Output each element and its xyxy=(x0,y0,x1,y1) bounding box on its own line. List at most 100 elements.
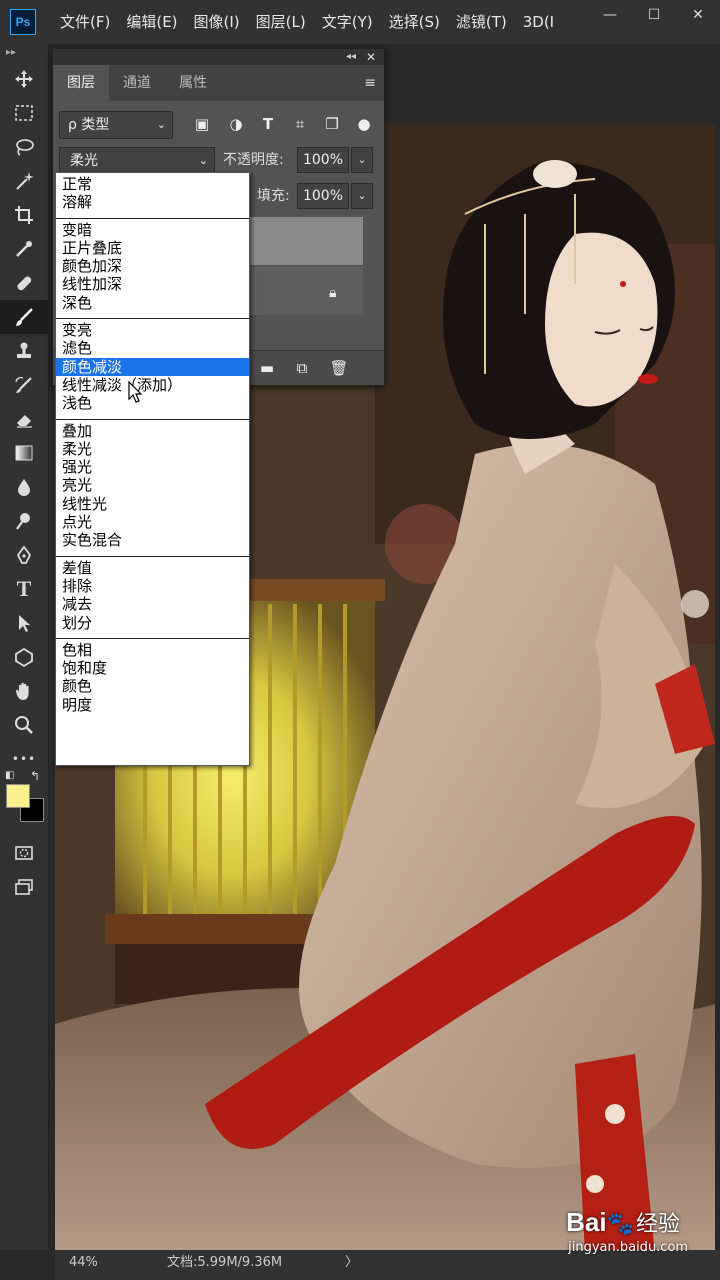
layer-row[interactable] xyxy=(249,267,363,315)
opacity-dropdown-icon[interactable]: ⌄ xyxy=(351,147,373,173)
blend-option[interactable]: 柔光 xyxy=(56,440,249,458)
zoom-level[interactable]: 44% xyxy=(69,1250,98,1276)
swap-colors-icon[interactable]: ↰ xyxy=(30,769,40,783)
brush-icon[interactable] xyxy=(0,300,48,334)
new-layer-icon[interactable]: ⧉ xyxy=(291,357,313,379)
minimize-button[interactable]: — xyxy=(588,0,632,30)
blend-option[interactable]: 划分 xyxy=(56,614,249,632)
quick-mask-icon[interactable] xyxy=(0,836,48,870)
blend-group-darken: 变暗 正片叠底 颜色加深 线性加深 深色 xyxy=(56,219,249,320)
blend-mode-select[interactable]: 柔光 ⌄ xyxy=(59,147,215,175)
move-icon[interactable] xyxy=(0,62,48,96)
tab-layers[interactable]: 图层 xyxy=(53,65,109,101)
menu-file[interactable]: 文件(F) xyxy=(52,0,118,44)
blend-option[interactable]: 溶解 xyxy=(56,193,249,211)
marquee-icon[interactable] xyxy=(0,96,48,130)
blend-option[interactable]: 变亮 xyxy=(56,321,249,339)
blend-option-highlighted[interactable]: 颜色减淡 xyxy=(56,357,249,376)
shape-icon[interactable] xyxy=(0,640,48,674)
blend-option[interactable]: 正常 xyxy=(56,175,249,193)
filter-kind-select[interactable]: ρ 类型 ⌄ xyxy=(59,111,173,139)
blend-option[interactable]: 变暗 xyxy=(56,221,249,239)
blend-option[interactable]: 实色混合 xyxy=(56,531,249,549)
collapse-icon[interactable]: ◂◂ xyxy=(346,49,356,65)
blend-option[interactable]: 线性光 xyxy=(56,495,249,513)
eyedropper-icon[interactable] xyxy=(0,232,48,266)
watermark-url: jingyan.baidu.com xyxy=(568,1240,689,1255)
stamp-icon[interactable] xyxy=(0,334,48,368)
lasso-icon[interactable] xyxy=(0,130,48,164)
smart-object-filter-icon[interactable]: ❐ xyxy=(319,111,345,137)
menu-image[interactable]: 图像(I) xyxy=(186,0,248,44)
path-select-icon[interactable] xyxy=(0,606,48,640)
magic-wand-icon[interactable] xyxy=(0,164,48,198)
hand-icon[interactable] xyxy=(0,674,48,708)
panel-header[interactable]: ◂◂ ✕ xyxy=(53,49,384,65)
crop-icon[interactable] xyxy=(0,198,48,232)
blend-option[interactable]: 强光 xyxy=(56,458,249,476)
panel-menu-icon[interactable]: ≡ xyxy=(364,75,376,91)
menu-layer[interactable]: 图层(L) xyxy=(248,0,314,44)
blend-option[interactable]: 浅色 xyxy=(56,394,249,412)
blur-icon[interactable] xyxy=(0,470,48,504)
menu-type[interactable]: 文字(Y) xyxy=(314,0,381,44)
maximize-button[interactable]: ☐ xyxy=(632,0,676,30)
blend-option[interactable]: 明度 xyxy=(56,696,249,714)
close-window-button[interactable]: ✕ xyxy=(676,0,720,30)
adjustment-filter-icon[interactable]: ◑ xyxy=(223,111,249,137)
blend-group-contrast: 叠加 柔光 强光 亮光 线性光 点光 实色混合 xyxy=(56,420,249,557)
dodge-icon[interactable] xyxy=(0,504,48,538)
blend-option[interactable]: 线性减淡（添加） xyxy=(56,376,249,394)
menu-filter[interactable]: 滤镜(T) xyxy=(448,0,515,44)
history-brush-icon[interactable] xyxy=(0,368,48,402)
blend-option[interactable]: 差值 xyxy=(56,559,249,577)
blend-option[interactable]: 颜色 xyxy=(56,677,249,695)
default-colors-icon[interactable]: ◧ xyxy=(5,770,14,781)
foreground-color-swatch[interactable] xyxy=(6,784,30,808)
close-panel-icon[interactable]: ✕ xyxy=(366,49,376,65)
blend-option[interactable]: 线性加深 xyxy=(56,275,249,293)
blend-group-component: 色相 饱和度 颜色 明度 xyxy=(56,639,249,720)
zoom-icon[interactable] xyxy=(0,708,48,742)
blend-option[interactable]: 减去 xyxy=(56,595,249,613)
blend-option[interactable]: 亮光 xyxy=(56,476,249,494)
tab-properties[interactable]: 属性 xyxy=(165,65,221,101)
delete-layer-icon[interactable]: 🗑︎ xyxy=(328,357,350,379)
fill-input[interactable]: 100% xyxy=(297,183,349,209)
blend-option[interactable]: 饱和度 xyxy=(56,659,249,677)
layer-row[interactable] xyxy=(249,217,363,265)
tools-panel: ▸▸ T ••• ◧ ↰ xyxy=(0,44,49,1250)
opacity-label: 不透明度: xyxy=(223,152,284,168)
fill-dropdown-icon[interactable]: ⌄ xyxy=(351,183,373,209)
gradient-icon[interactable] xyxy=(0,436,48,470)
window-controls: — ☐ ✕ xyxy=(588,0,720,30)
blend-option[interactable]: 正片叠底 xyxy=(56,239,249,257)
blend-option[interactable]: 滤色 xyxy=(56,339,249,357)
menu-select[interactable]: 选择(S) xyxy=(381,0,448,44)
toolbar-grip-icon[interactable]: ▸▸ xyxy=(0,44,48,62)
blend-option[interactable]: 色相 xyxy=(56,641,249,659)
tab-channels[interactable]: 通道 xyxy=(109,65,165,101)
menu-edit[interactable]: 编辑(E) xyxy=(118,0,185,44)
new-group-icon[interactable]: ▬ xyxy=(256,357,278,379)
image-filter-icon[interactable]: ▣ xyxy=(189,111,215,137)
type-filter-icon[interactable]: T xyxy=(255,111,281,137)
healing-icon[interactable] xyxy=(0,266,48,300)
watermark-text: 经验 xyxy=(635,1212,680,1237)
blend-option[interactable]: 颜色加深 xyxy=(56,257,249,275)
blend-option[interactable]: 排除 xyxy=(56,577,249,595)
filter-toggle-icon[interactable]: ● xyxy=(351,111,377,137)
opacity-input[interactable]: 100% xyxy=(297,147,349,173)
eraser-icon[interactable] xyxy=(0,402,48,436)
menu-3d[interactable]: 3D(I xyxy=(515,0,562,44)
shape-filter-icon[interactable]: ⌗ xyxy=(287,111,313,137)
fill-label: 填充: xyxy=(257,188,290,204)
screen-mode-icon[interactable] xyxy=(0,870,48,904)
pen-icon[interactable] xyxy=(0,538,48,572)
status-menu-icon[interactable]: 〉 xyxy=(345,1250,358,1276)
photoshop-logo: Ps xyxy=(10,9,36,35)
blend-option[interactable]: 点光 xyxy=(56,513,249,531)
type-icon[interactable]: T xyxy=(0,572,48,606)
blend-option[interactable]: 叠加 xyxy=(56,422,249,440)
blend-option[interactable]: 深色 xyxy=(56,294,249,312)
